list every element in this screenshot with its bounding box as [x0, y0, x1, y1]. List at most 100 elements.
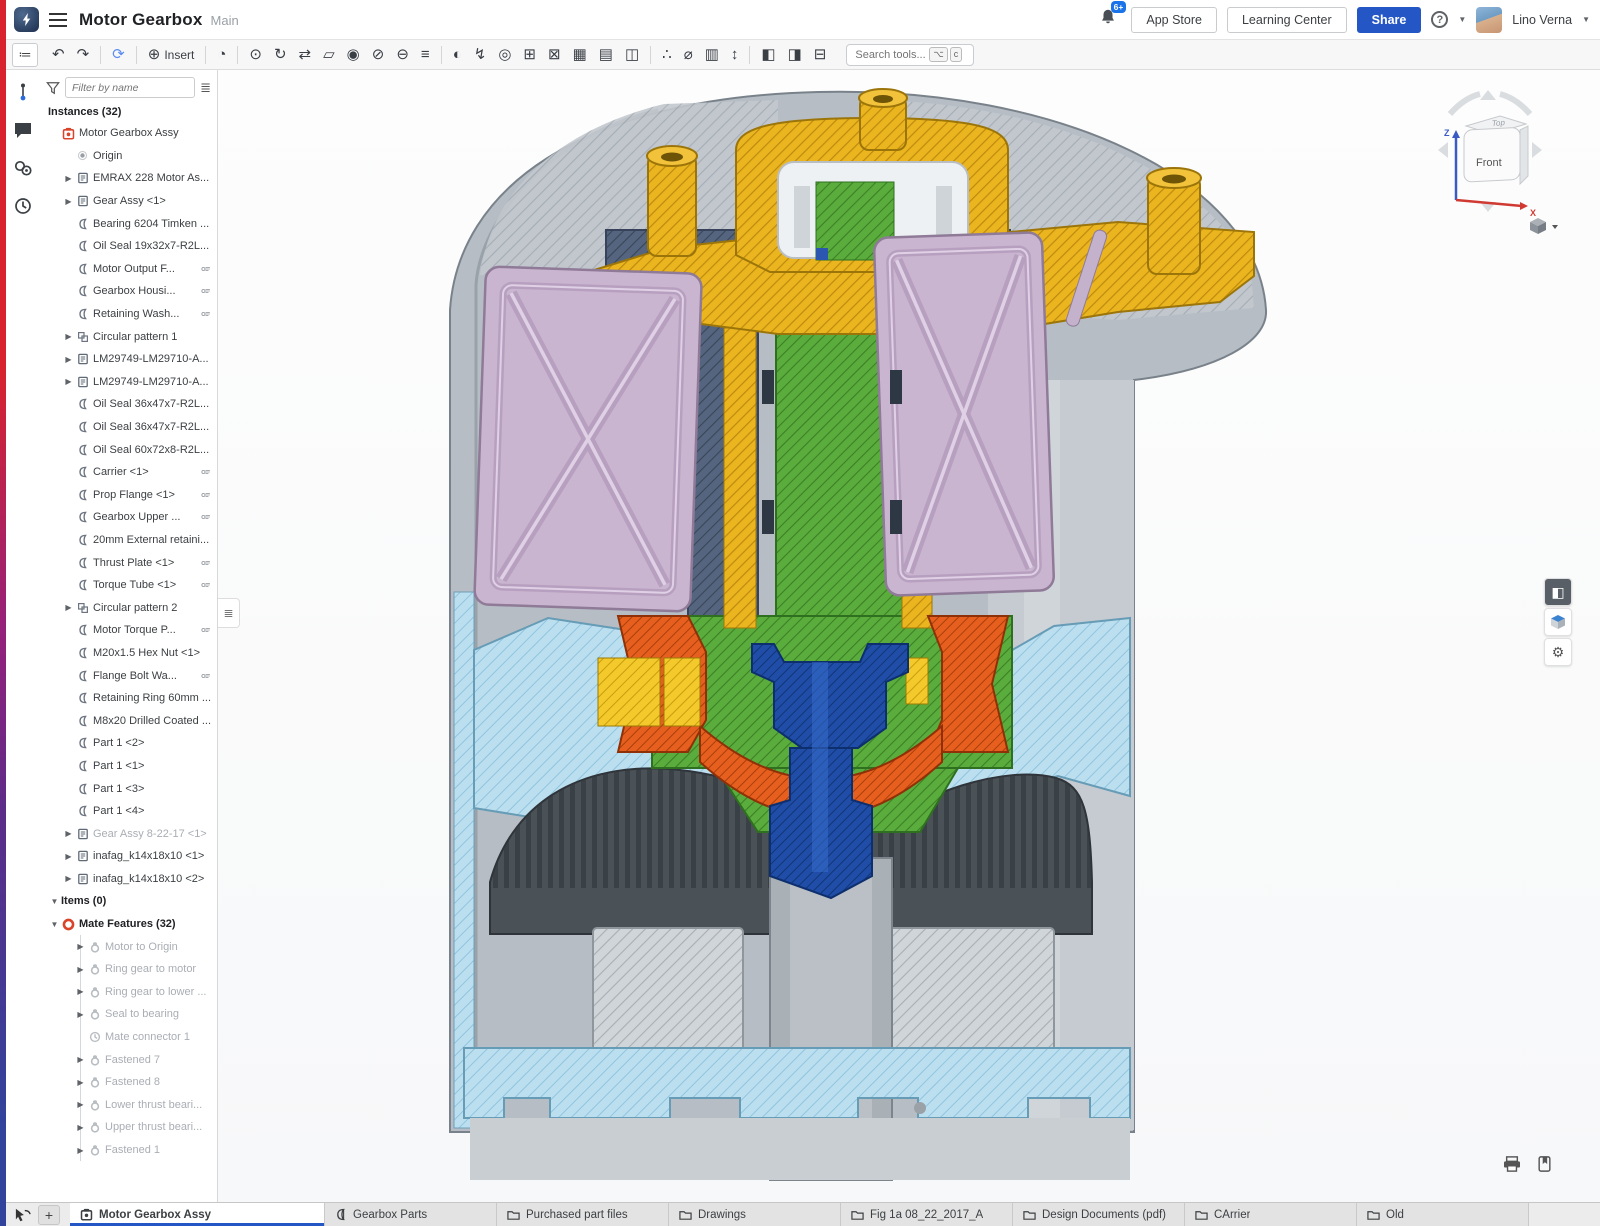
- comments-icon[interactable]: [13, 120, 33, 140]
- chevron-right-icon[interactable]: ▶: [62, 332, 75, 341]
- fastened-mate-icon[interactable]: ≡: [415, 45, 436, 64]
- tree-item[interactable]: ▶Ring gear to motor: [40, 958, 217, 981]
- insert-feature-icon[interactable]: ⊞: [517, 45, 542, 64]
- isometric-view-button[interactable]: [1544, 608, 1572, 636]
- chevron-right-icon[interactable]: ▶: [62, 377, 75, 386]
- tree-item[interactable]: ▶EMRAX 228 Motor As...: [40, 167, 217, 190]
- tree-item[interactable]: Part 1 <4>: [40, 800, 217, 823]
- search-tools-input[interactable]: [855, 49, 927, 61]
- share-button[interactable]: Share: [1357, 7, 1422, 33]
- versions-icon[interactable]: [13, 82, 33, 102]
- tree-item[interactable]: Gearbox Upper ...: [40, 506, 217, 529]
- user-avatar[interactable]: [1476, 7, 1502, 33]
- help-caret-icon[interactable]: ▼: [1458, 15, 1466, 24]
- tree-item[interactable]: ▶Fastened 7: [40, 1048, 217, 1071]
- tree-item[interactable]: ▶Fastened 1: [40, 1139, 217, 1162]
- cylindrical-mate-icon[interactable]: ⊘: [366, 45, 391, 64]
- bookmark-icon[interactable]: [1537, 1156, 1552, 1172]
- revolute-mate-icon[interactable]: ↻: [268, 45, 293, 64]
- tree-item[interactable]: Prop Flange <1>: [40, 484, 217, 507]
- history-icon[interactable]: ◔: [211, 45, 232, 64]
- tree-item[interactable]: Retaining Ring 60mm ...: [40, 687, 217, 710]
- chevron-right-icon[interactable]: ▶: [74, 1010, 87, 1019]
- planar-mate-icon[interactable]: ▱: [317, 45, 341, 64]
- tree-item[interactable]: Motor Output F...: [40, 258, 217, 281]
- tree-item[interactable]: Gearbox Housi...: [40, 280, 217, 303]
- app-store-button[interactable]: App Store: [1131, 7, 1217, 33]
- document-tab[interactable]: Design Documents (pdf): [1013, 1203, 1185, 1226]
- search-tools-box[interactable]: ⌥ c: [846, 44, 974, 66]
- interference-icon[interactable]: ⌀: [678, 45, 699, 64]
- tree-item[interactable]: Mate connector 1: [40, 1026, 217, 1049]
- appearance-button[interactable]: ⚙: [1544, 638, 1572, 666]
- main-menu-icon[interactable]: [49, 13, 67, 27]
- named-positions-icon[interactable]: ↕: [725, 45, 745, 64]
- 3d-viewport[interactable]: Top Front Z X ◧ ⚙: [218, 70, 1600, 1202]
- tree-item[interactable]: Flange Bolt Wa...: [40, 664, 217, 687]
- group-icon[interactable]: ⊠: [542, 45, 567, 64]
- chevron-right-icon[interactable]: ▶: [74, 1146, 87, 1155]
- tree-item[interactable]: ▶inafag_k14x18x10 <2>: [40, 868, 217, 891]
- slider-mate-icon[interactable]: ⇄: [293, 45, 318, 64]
- hide-show-icon[interactable]: ⊟: [808, 45, 833, 64]
- tree-item[interactable]: Carrier <1>: [40, 461, 217, 484]
- tree-item[interactable]: Part 1 <1>: [40, 755, 217, 778]
- tree-panel-handle[interactable]: ≣: [218, 598, 240, 628]
- document-tab[interactable]: Fig 1a 08_22_2017_A: [841, 1203, 1013, 1226]
- history-panel-icon[interactable]: [13, 196, 33, 216]
- tree-item[interactable]: M20x1.5 Hex Nut <1>: [40, 642, 217, 665]
- tree-item[interactable]: ▶LM29749-LM29710-A...: [40, 371, 217, 394]
- tree-item[interactable]: Retaining Wash...: [40, 303, 217, 326]
- in-context-icon[interactable]: ◎: [492, 45, 517, 64]
- explode-icon[interactable]: ↯: [468, 45, 493, 64]
- pattern-icon[interactable]: ▤: [593, 45, 619, 64]
- print-icon[interactable]: [1503, 1156, 1521, 1172]
- chevron-right-icon[interactable]: ▶: [74, 1123, 87, 1132]
- document-tab[interactable]: Old: [1357, 1203, 1529, 1226]
- tree-item[interactable]: ▼Mate Features (32): [40, 913, 217, 936]
- document-tab[interactable]: CArrier: [1185, 1203, 1357, 1226]
- tree-item[interactable]: M8x20 Drilled Coated ...: [40, 709, 217, 732]
- tree-item[interactable]: Motor Torque P...: [40, 619, 217, 642]
- chevron-right-icon[interactable]: ▶: [74, 987, 87, 996]
- onshape-logo[interactable]: [14, 7, 39, 32]
- tree-item[interactable]: Oil Seal 36x47x7-R2L...: [40, 393, 217, 416]
- section-view-button[interactable]: ◧: [1544, 578, 1572, 606]
- tree-item[interactable]: ▶Gear Assy 8-22-17 <1>: [40, 822, 217, 845]
- view-cube[interactable]: Top Front Z X: [1430, 84, 1558, 234]
- tree-item[interactable]: ▶Seal to bearing: [40, 1003, 217, 1026]
- tree-item[interactable]: ▶Lower thrust beari...: [40, 1094, 217, 1117]
- document-tab[interactable]: Gearbox Parts: [325, 1203, 497, 1226]
- tree-item[interactable]: Oil Seal 60x72x8-R2L...: [40, 438, 217, 461]
- chevron-right-icon[interactable]: ▶: [62, 829, 75, 838]
- tree-item[interactable]: ▶Gear Assy <1>: [40, 190, 217, 213]
- tree-item[interactable]: ▼Items (0): [40, 890, 217, 913]
- tree-item[interactable]: Part 1 <3>: [40, 777, 217, 800]
- chevron-right-icon[interactable]: ▶: [62, 197, 75, 206]
- tab-manager-icon[interactable]: [14, 1207, 32, 1223]
- document-tab[interactable]: Motor Gearbox Assy: [70, 1203, 325, 1226]
- mate-icon[interactable]: ⊙: [243, 45, 268, 64]
- chevron-right-icon[interactable]: ▶: [62, 603, 75, 612]
- tree-item[interactable]: ▶Upper thrust beari...: [40, 1116, 217, 1139]
- pin-slot-mate-icon[interactable]: ⊖: [390, 45, 415, 64]
- tree-item[interactable]: Origin: [40, 145, 217, 168]
- tree-item[interactable]: Motor Gearbox Assy: [40, 122, 217, 145]
- snap-mode-icon[interactable]: ∴: [656, 45, 678, 64]
- list-view-icon[interactable]: ≣: [200, 80, 211, 96]
- chevron-right-icon[interactable]: ▶: [62, 174, 75, 183]
- chevron-right-icon[interactable]: ▶: [74, 965, 87, 974]
- tree-item[interactable]: ▶inafag_k14x18x10 <1>: [40, 845, 217, 868]
- document-tab[interactable]: Purchased part files: [497, 1203, 669, 1226]
- appearance-icon[interactable]: ◨: [782, 45, 808, 64]
- chevron-right-icon[interactable]: ▶: [74, 1100, 87, 1109]
- chevron-right-icon[interactable]: ▶: [62, 852, 75, 861]
- chevron-down-icon[interactable]: ▼: [48, 920, 61, 929]
- insert-icon[interactable]: ⊕Insert: [142, 45, 201, 64]
- bom-table-icon[interactable]: ◫: [619, 45, 645, 64]
- undo-icon[interactable]: ↶: [46, 45, 71, 64]
- follow-mode-icon[interactable]: [13, 158, 33, 178]
- redo-icon[interactable]: ↷: [71, 45, 96, 64]
- help-icon[interactable]: ?: [1431, 11, 1448, 28]
- tree-item[interactable]: ▶Circular pattern 2: [40, 596, 217, 619]
